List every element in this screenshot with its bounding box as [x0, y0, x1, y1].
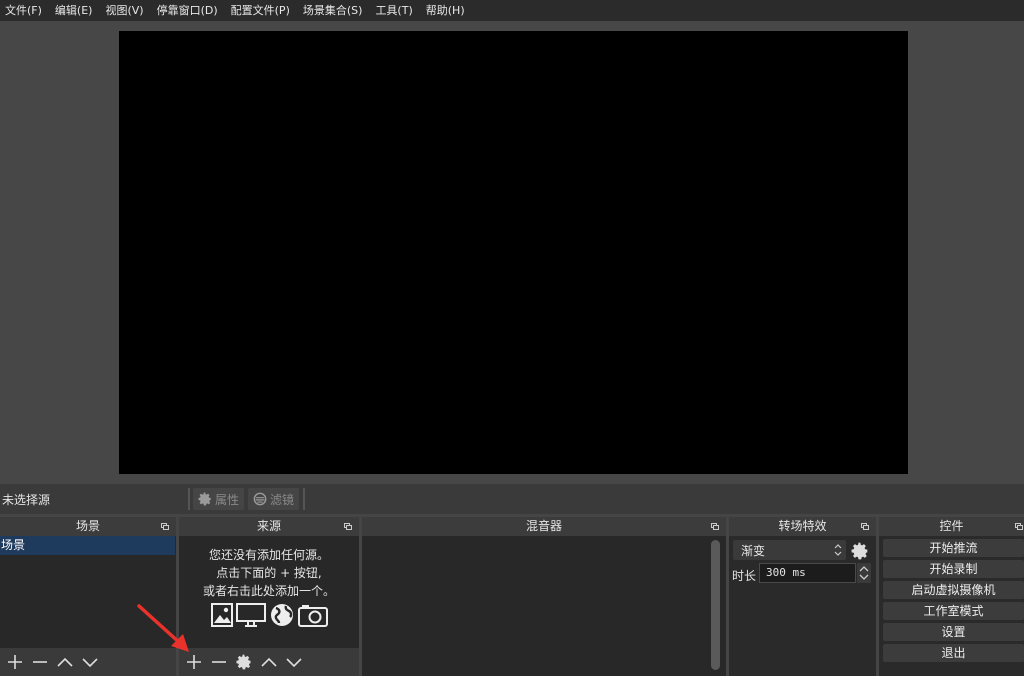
gear-icon — [198, 492, 211, 506]
studio-mode-button[interactable]: 工作室模式 — [883, 602, 1024, 620]
mixer-scrollbar[interactable] — [711, 540, 720, 670]
menu-bar: 文件(F) 编辑(E) 视图(V) 停靠窗口(D) 配置文件(P) 场景集合(S… — [0, 0, 1024, 21]
transition-settings-gear-icon[interactable] — [851, 542, 869, 560]
source-type-icons — [179, 603, 359, 627]
globe-icon — [270, 604, 293, 626]
float-dock-icon[interactable] — [711, 523, 719, 530]
sources-header: 来源 — [179, 517, 359, 536]
plus-icon — [187, 655, 201, 669]
gear-icon — [236, 654, 251, 670]
chevron-up-icon — [261, 657, 277, 667]
add-scene-button[interactable] — [3, 650, 27, 674]
separator — [188, 488, 190, 510]
remove-source-button[interactable] — [207, 650, 231, 674]
mixer-title: 混音器 — [525, 519, 562, 533]
menu-view[interactable]: 视图(V) — [100, 0, 151, 21]
remove-scene-button[interactable] — [28, 650, 52, 674]
transitions-body: 渐变 时长 300 ms — [729, 536, 876, 676]
separator — [303, 488, 306, 510]
list-item[interactable]: 场景 — [0, 536, 175, 555]
no-source-label: 未选择源 — [2, 492, 51, 507]
sources-toolbar — [179, 648, 359, 676]
start-recording-button[interactable]: 开始录制 — [883, 560, 1024, 578]
controls-title: 控件 — [939, 519, 964, 533]
settings-button[interactable]: 设置 — [883, 623, 1024, 641]
filters-button[interactable]: 滤镜 — [248, 488, 300, 510]
context-bar: 未选择源 属性 滤镜 — [0, 484, 1024, 514]
mixer-dock: 混音器 — [362, 517, 726, 676]
preview-area — [0, 21, 1024, 484]
transition-selected-value: 渐变 — [741, 543, 766, 558]
move-source-up-button[interactable] — [257, 650, 281, 674]
empty-sources-hint: 您还没有添加任何源。 点击下面的 + 按钮, 或者右击此处添加一个。 — [179, 546, 359, 600]
hint-line: 或者右击此处添加一个。 — [202, 584, 335, 598]
menu-profile[interactable]: 配置文件(P) — [226, 0, 298, 21]
annotation-arrow-icon — [137, 604, 189, 652]
mixer-body — [362, 536, 726, 676]
controls-header: 控件 — [879, 517, 1024, 536]
image-icon — [210, 603, 233, 627]
chevron-down-icon — [82, 658, 98, 668]
sources-list[interactable]: 您还没有添加任何源。 点击下面的 + 按钮, 或者右击此处添加一个。 — [179, 536, 359, 676]
exit-button[interactable]: 退出 — [883, 644, 1024, 662]
menu-scene-collection[interactable]: 场景集合(S) — [298, 0, 371, 21]
menu-file[interactable]: 文件(F) — [0, 0, 50, 21]
preview-canvas[interactable] — [119, 31, 908, 474]
controls-dock: 控件 开始推流 开始录制 启动虚拟摄像机 工作室模式 设置 退出 — [879, 517, 1024, 676]
hint-line: 点击下面的 + 按钮, — [216, 566, 322, 580]
start-virtual-camera-button[interactable]: 启动虚拟摄像机 — [883, 581, 1024, 599]
spin-arrows-icon — [834, 544, 842, 556]
scenes-header: 场景 — [0, 517, 176, 536]
minus-icon — [33, 661, 47, 663]
transitions-title: 转场特效 — [778, 519, 827, 533]
move-source-down-button[interactable] — [282, 650, 306, 674]
duration-field[interactable]: 300 ms — [759, 563, 856, 583]
filter-icon — [253, 492, 267, 506]
duration-spinner[interactable] — [857, 563, 871, 583]
chevron-up-icon — [57, 657, 73, 667]
move-scene-down-button[interactable] — [78, 650, 102, 674]
controls-body: 开始推流 开始录制 启动虚拟摄像机 工作室模式 设置 退出 — [879, 536, 1024, 676]
camera-icon — [297, 605, 328, 627]
hint-line: 您还没有添加任何源。 — [208, 548, 329, 562]
chevron-down-icon — [286, 658, 302, 668]
float-dock-icon[interactable] — [861, 523, 869, 530]
menu-edit[interactable]: 编辑(E) — [50, 0, 101, 21]
mixer-header: 混音器 — [362, 517, 726, 536]
sources-title: 来源 — [256, 519, 281, 533]
float-dock-icon[interactable] — [161, 523, 169, 530]
sources-dock: 来源 您还没有添加任何源。 点击下面的 + 按钮, 或者右击此处添加一个。 — [179, 517, 359, 676]
start-streaming-button[interactable]: 开始推流 — [883, 539, 1024, 557]
spin-arrows-icon — [859, 566, 869, 580]
display-icon — [235, 603, 266, 627]
transition-select[interactable]: 渐变 — [733, 540, 846, 560]
minus-icon — [212, 661, 226, 663]
source-properties-button[interactable] — [232, 650, 256, 674]
duration-label: 时长 — [732, 569, 757, 583]
menu-docks[interactable]: 停靠窗口(D) — [152, 0, 226, 21]
plus-icon — [8, 655, 22, 669]
menu-tools[interactable]: 工具(T) — [370, 0, 420, 21]
float-dock-icon[interactable] — [344, 523, 352, 530]
filters-label: 滤镜 — [270, 492, 295, 507]
properties-label: 属性 — [215, 492, 240, 507]
float-dock-icon[interactable] — [1015, 523, 1023, 530]
move-scene-up-button[interactable] — [53, 650, 77, 674]
scenes-title: 场景 — [75, 519, 100, 533]
menu-help[interactable]: 帮助(H) — [421, 0, 473, 21]
transitions-dock: 转场特效 渐变 时长 300 ms — [729, 517, 876, 676]
properties-button[interactable]: 属性 — [193, 488, 245, 510]
transitions-header: 转场特效 — [729, 517, 876, 536]
